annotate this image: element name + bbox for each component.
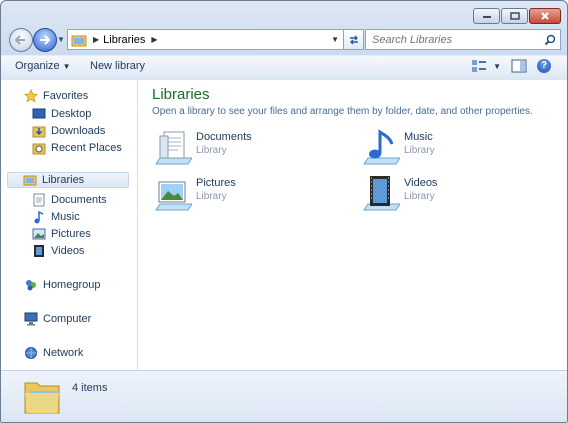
search-box[interactable] bbox=[365, 29, 561, 50]
nav-favorites[interactable]: Favorites bbox=[23, 88, 88, 104]
star-icon bbox=[23, 88, 39, 104]
close-button[interactable] bbox=[529, 8, 561, 24]
nav-item-recent-places[interactable]: Recent Places bbox=[31, 140, 122, 156]
pictures-icon bbox=[31, 226, 47, 242]
documents-library-icon bbox=[155, 131, 192, 165]
new-library-button[interactable]: New library bbox=[90, 60, 145, 72]
nav-item-label: Videos bbox=[51, 245, 85, 257]
nav-item-label: Recent Places bbox=[51, 142, 122, 154]
computer-icon bbox=[23, 311, 39, 327]
nav-network-label: Network bbox=[43, 347, 84, 359]
desktop-icon bbox=[31, 106, 47, 122]
downloads-icon bbox=[31, 123, 47, 139]
library-name: Documents bbox=[196, 131, 252, 143]
details-pane: 4 items bbox=[1, 370, 567, 422]
pictures-library-icon bbox=[155, 181, 192, 211]
chevron-down-icon: ▼ bbox=[62, 62, 71, 71]
toolbar-right: ▼ ? bbox=[461, 59, 551, 73]
documents-icon bbox=[31, 192, 47, 208]
videos-library-icon bbox=[363, 176, 400, 211]
command-bar: Organize ▼ New library ▼ ? bbox=[1, 55, 567, 81]
library-type: Library bbox=[196, 191, 227, 202]
refresh-button[interactable] bbox=[343, 29, 364, 50]
nav-network[interactable]: Network bbox=[23, 345, 83, 361]
nav-item-pictures[interactable]: Pictures bbox=[31, 226, 91, 242]
nav-item-label: Downloads bbox=[51, 125, 106, 137]
nav-homegroup-label: Homegroup bbox=[43, 279, 101, 291]
nav-item-label: Documents bbox=[51, 194, 107, 206]
recent-places-icon bbox=[31, 140, 47, 156]
nav-item-downloads[interactable]: Downloads bbox=[31, 123, 105, 139]
close-icon bbox=[541, 12, 549, 20]
library-type: Library bbox=[404, 145, 435, 156]
nav-computer-label: Computer bbox=[43, 313, 92, 325]
address-bar[interactable]: ▶ Libraries ▶ ▼ bbox=[67, 29, 344, 50]
preview-pane-icon bbox=[511, 59, 527, 73]
content-pane: Libraries Open a library to see your fil… bbox=[138, 80, 567, 370]
page-title: Libraries bbox=[152, 86, 210, 103]
page-description: Open a library to see your files and arr… bbox=[152, 106, 533, 117]
breadcrumb-libraries[interactable]: Libraries bbox=[103, 34, 145, 46]
maximize-icon bbox=[509, 12, 520, 20]
libraries-icon bbox=[71, 35, 87, 46]
breadcrumb-arrow-icon[interactable]: ▶ bbox=[151, 35, 157, 44]
library-name: Pictures bbox=[196, 177, 236, 189]
change-view-button[interactable]: ▼ bbox=[471, 59, 501, 73]
nav-computer[interactable]: Computer bbox=[23, 311, 91, 327]
explorer-window: ▼ ▶ Libraries ▶ ▼ Organize▼ New library … bbox=[0, 0, 568, 423]
refresh-icon bbox=[349, 35, 358, 44]
navigation-pane: Favorites Desktop Downloads Recent Place… bbox=[1, 80, 138, 370]
network-icon bbox=[23, 345, 39, 361]
organize-label: Organize bbox=[15, 60, 60, 72]
minimize-button[interactable] bbox=[473, 8, 500, 24]
address-dropdown-icon[interactable]: ▼ bbox=[331, 35, 339, 44]
nav-item-videos[interactable]: Videos bbox=[31, 243, 84, 259]
library-name: Videos bbox=[404, 177, 438, 189]
back-button[interactable] bbox=[9, 28, 33, 52]
library-music[interactable]: Music Library bbox=[360, 128, 435, 168]
videos-icon bbox=[31, 243, 47, 259]
library-type: Library bbox=[404, 191, 435, 202]
nav-favorites-label: Favorites bbox=[43, 90, 89, 102]
forward-button[interactable] bbox=[33, 28, 57, 52]
minimize-icon bbox=[482, 16, 491, 18]
view-dropdown-icon[interactable]: ▼ bbox=[493, 62, 501, 71]
item-count: 4 items bbox=[72, 382, 108, 394]
music-library-icon bbox=[363, 129, 400, 165]
library-videos[interactable]: Videos Library bbox=[360, 174, 437, 214]
caption-buttons bbox=[472, 8, 561, 24]
help-button[interactable]: ? bbox=[537, 59, 551, 73]
address-row: ▼ ▶ Libraries ▶ ▼ bbox=[7, 28, 561, 52]
nav-item-desktop[interactable]: Desktop bbox=[31, 106, 91, 122]
nav-item-label: Music bbox=[51, 211, 80, 223]
view-icon bbox=[472, 60, 487, 72]
back-arrow-icon bbox=[14, 35, 25, 45]
recent-pages-dropdown[interactable]: ▼ bbox=[57, 35, 65, 44]
nav-homegroup[interactable]: Homegroup bbox=[23, 277, 100, 293]
nav-libraries-label: Libraries bbox=[42, 174, 85, 186]
library-type: Library bbox=[196, 145, 227, 156]
library-pictures[interactable]: Pictures Library bbox=[152, 174, 236, 214]
nav-item-documents[interactable]: Documents bbox=[31, 192, 107, 208]
preview-pane-button[interactable] bbox=[511, 59, 527, 73]
nav-item-label: Desktop bbox=[51, 108, 92, 120]
maximize-button[interactable] bbox=[501, 8, 528, 24]
music-icon bbox=[31, 209, 47, 225]
forward-arrow-icon bbox=[40, 35, 51, 45]
nav-libraries[interactable]: Libraries bbox=[7, 172, 129, 188]
breadcrumb-arrow-icon[interactable]: ▶ bbox=[93, 35, 99, 44]
library-documents[interactable]: Documents Library bbox=[152, 128, 252, 168]
search-icon[interactable] bbox=[544, 34, 556, 46]
library-name: Music bbox=[404, 131, 433, 143]
homegroup-icon bbox=[23, 277, 39, 293]
libraries-icon bbox=[22, 172, 38, 188]
search-input[interactable] bbox=[370, 32, 544, 47]
nav-item-label: Pictures bbox=[51, 228, 91, 240]
libraries-folder-icon bbox=[24, 382, 60, 414]
nav-item-music[interactable]: Music bbox=[31, 209, 80, 225]
organize-button[interactable]: Organize ▼ bbox=[15, 60, 71, 72]
help-icon: ? bbox=[537, 59, 551, 73]
